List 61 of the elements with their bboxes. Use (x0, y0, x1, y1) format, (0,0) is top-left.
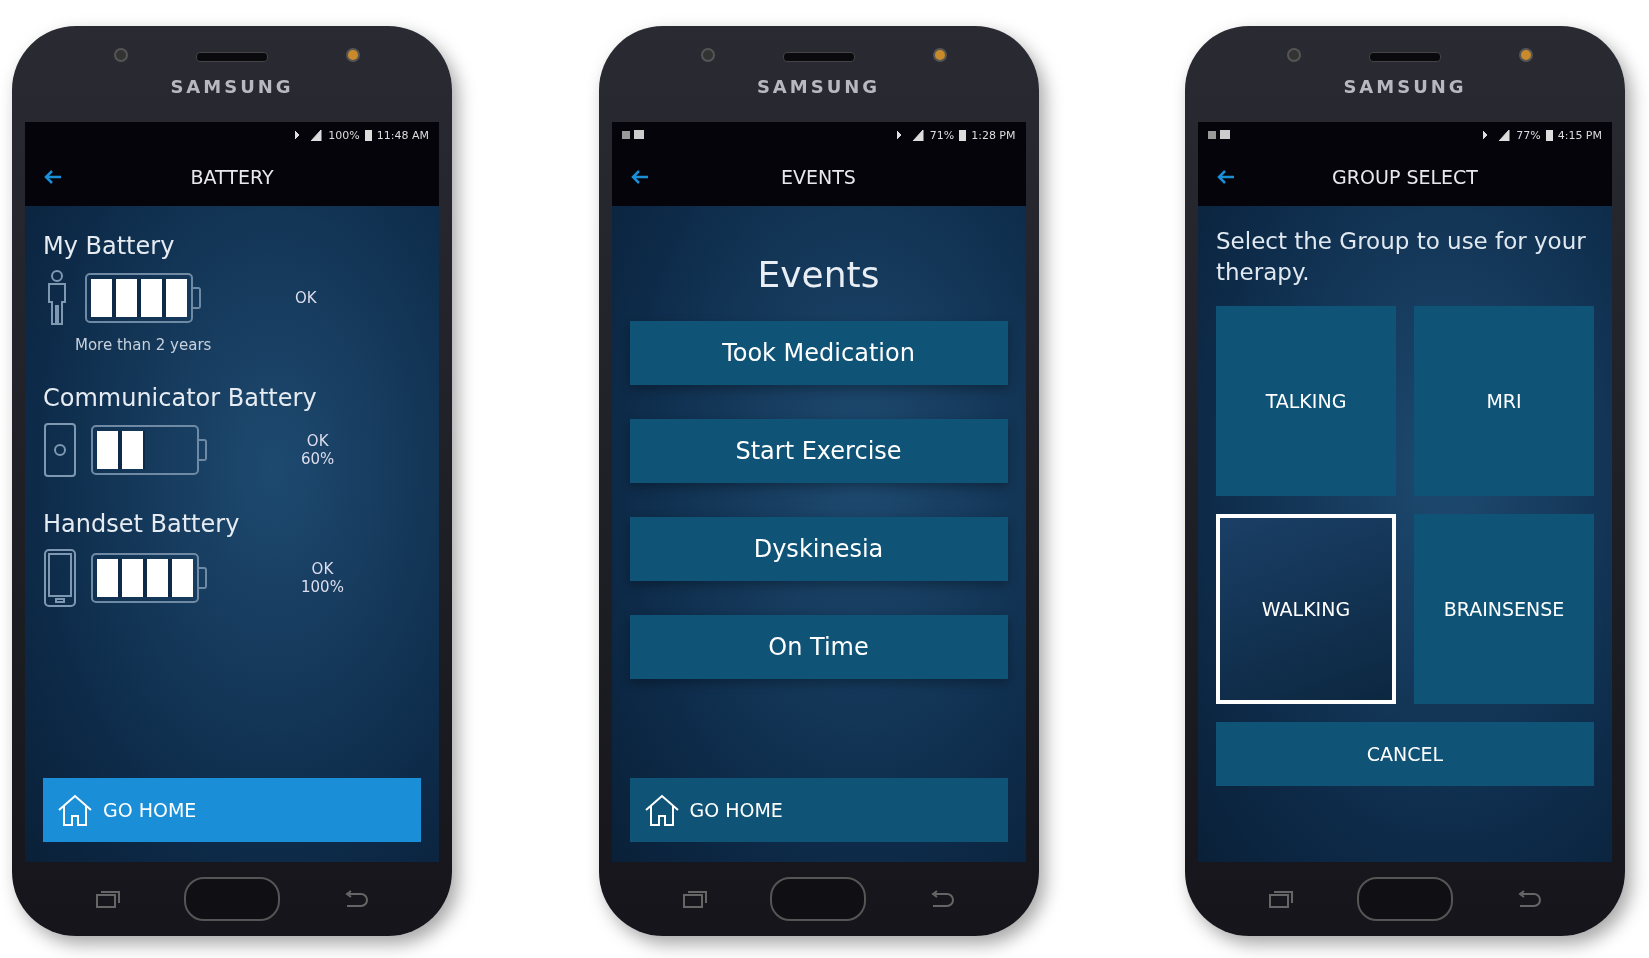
notification-icon (621, 130, 644, 140)
event-button[interactable]: Took Medication (629, 321, 1008, 385)
prompt-text: Select the Group to use for your therapy. (1216, 227, 1587, 288)
battery-percent: 100% (301, 578, 344, 596)
screen-title: GROUP SELECT (1331, 166, 1479, 188)
phone-brand: SAMSUNG (1343, 75, 1467, 97)
signal-icon (894, 129, 925, 141)
handset-icon (43, 548, 77, 608)
signal-icon (1481, 129, 1512, 141)
section-label: My Battery (43, 232, 176, 260)
battery-percent-text: 71% (929, 128, 955, 142)
screen-title: EVENTS (780, 166, 857, 188)
sensor-dot (700, 48, 715, 62)
house-icon (57, 793, 93, 827)
recent-apps-icon (1268, 890, 1295, 908)
phone-brand: SAMSUNG (170, 75, 294, 97)
back-key-icon (929, 890, 956, 908)
front-camera (1519, 48, 1533, 62)
battery-status: OK (306, 432, 329, 450)
battery-icon (1545, 129, 1553, 141)
group-tile[interactable]: MRI (1414, 306, 1594, 497)
clock-text: 11:48 AM (376, 128, 429, 142)
clock-text: 4:15 PM (1557, 128, 1602, 142)
battery-percent-text: 77% (1516, 128, 1541, 142)
go-home-button[interactable]: GO HOME (629, 778, 1008, 842)
sensor-dot (114, 48, 128, 62)
battery-percent: 60% (301, 450, 335, 468)
home-key[interactable] (1357, 877, 1453, 921)
cancel-button[interactable]: CANCEL (1216, 722, 1594, 787)
group-tile[interactable]: WALKING (1216, 514, 1396, 705)
battery-note: More than 2 years (75, 336, 213, 354)
battery-status: OK (311, 560, 334, 578)
battery-icon (959, 129, 967, 141)
event-button[interactable]: On Time (629, 615, 1008, 679)
clock-text: 1:28 PM (971, 128, 1016, 142)
home-key[interactable] (184, 877, 280, 921)
events-heading: Events (756, 254, 881, 295)
group-tile[interactable]: TALKING (1216, 306, 1396, 497)
front-camera (932, 48, 947, 62)
section-label: Handset Battery (43, 510, 241, 538)
house-icon (643, 793, 680, 827)
notification-icon (1208, 130, 1230, 140)
home-key[interactable] (770, 877, 867, 921)
communicator-icon (43, 422, 77, 478)
section-label: Communicator Battery (43, 384, 318, 412)
recent-apps-icon (95, 890, 122, 908)
battery-percent-text: 100% (328, 128, 360, 142)
sensor-dot (1287, 48, 1301, 62)
phone-brand: SAMSUNG (756, 75, 881, 97)
speaker-grille (196, 51, 268, 62)
speaker-grille (1369, 51, 1441, 62)
group-tile[interactable]: BRAINSENSE (1414, 514, 1594, 705)
battery-icon (364, 129, 372, 141)
go-home-button[interactable]: GO HOME (43, 778, 421, 842)
event-button[interactable]: Start Exercise (629, 419, 1008, 483)
signal-icon (293, 129, 324, 141)
recent-apps-icon (681, 890, 708, 908)
event-button[interactable]: Dyskinesia (629, 517, 1008, 581)
battery-status: OK (295, 289, 317, 307)
front-camera (346, 48, 360, 62)
screen-title: BATTERY (189, 166, 275, 188)
